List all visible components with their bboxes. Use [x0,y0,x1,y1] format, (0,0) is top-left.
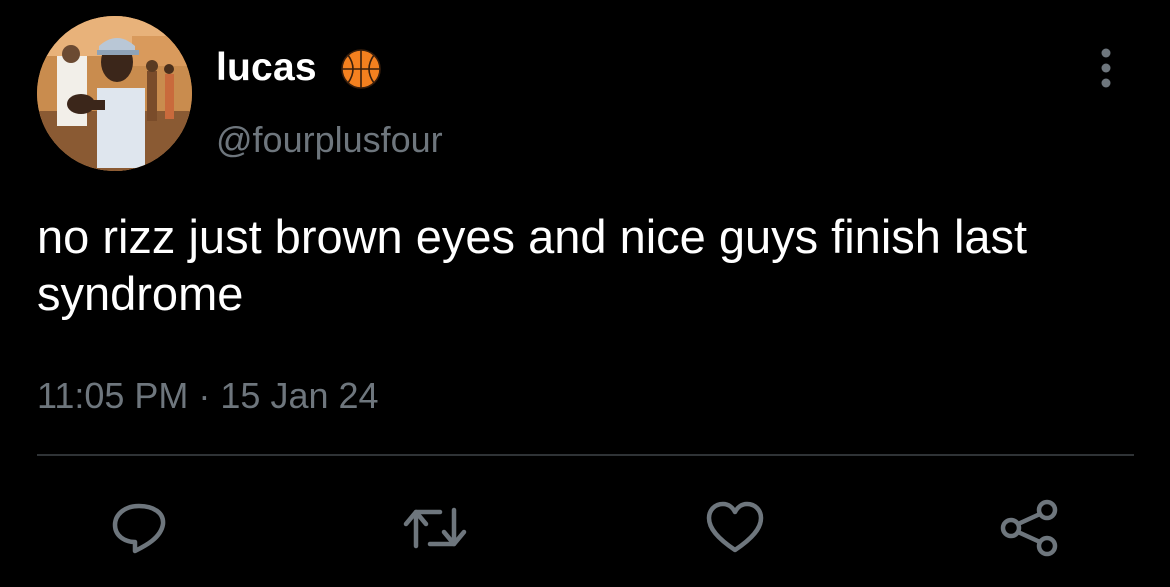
avatar-photo [37,16,192,171]
share-button[interactable] [994,496,1064,560]
reply-icon [112,503,166,554]
retweet-button[interactable] [400,496,470,560]
more-button[interactable] [1092,44,1120,92]
handle[interactable]: @fourplusfour [216,116,443,164]
more-vertical-icon [1101,48,1111,88]
avatar[interactable] [37,16,192,171]
tweet-text: no rizz just brown eyes and nice guys fi… [37,210,1028,320]
retweet-icon [403,507,467,549]
reply-button[interactable] [104,496,174,560]
display-name[interactable]: lucas [216,44,317,92]
like-button[interactable] [700,496,770,560]
basketball-icon [341,49,381,89]
heart-icon [706,501,764,553]
divider [37,454,1134,456]
tweet: lucas @fourplusfour no rizz just brown e… [0,0,1170,587]
share-icon [1000,499,1058,557]
timestamp[interactable]: 11:05 PM · 15 Jan 24 [37,372,379,420]
